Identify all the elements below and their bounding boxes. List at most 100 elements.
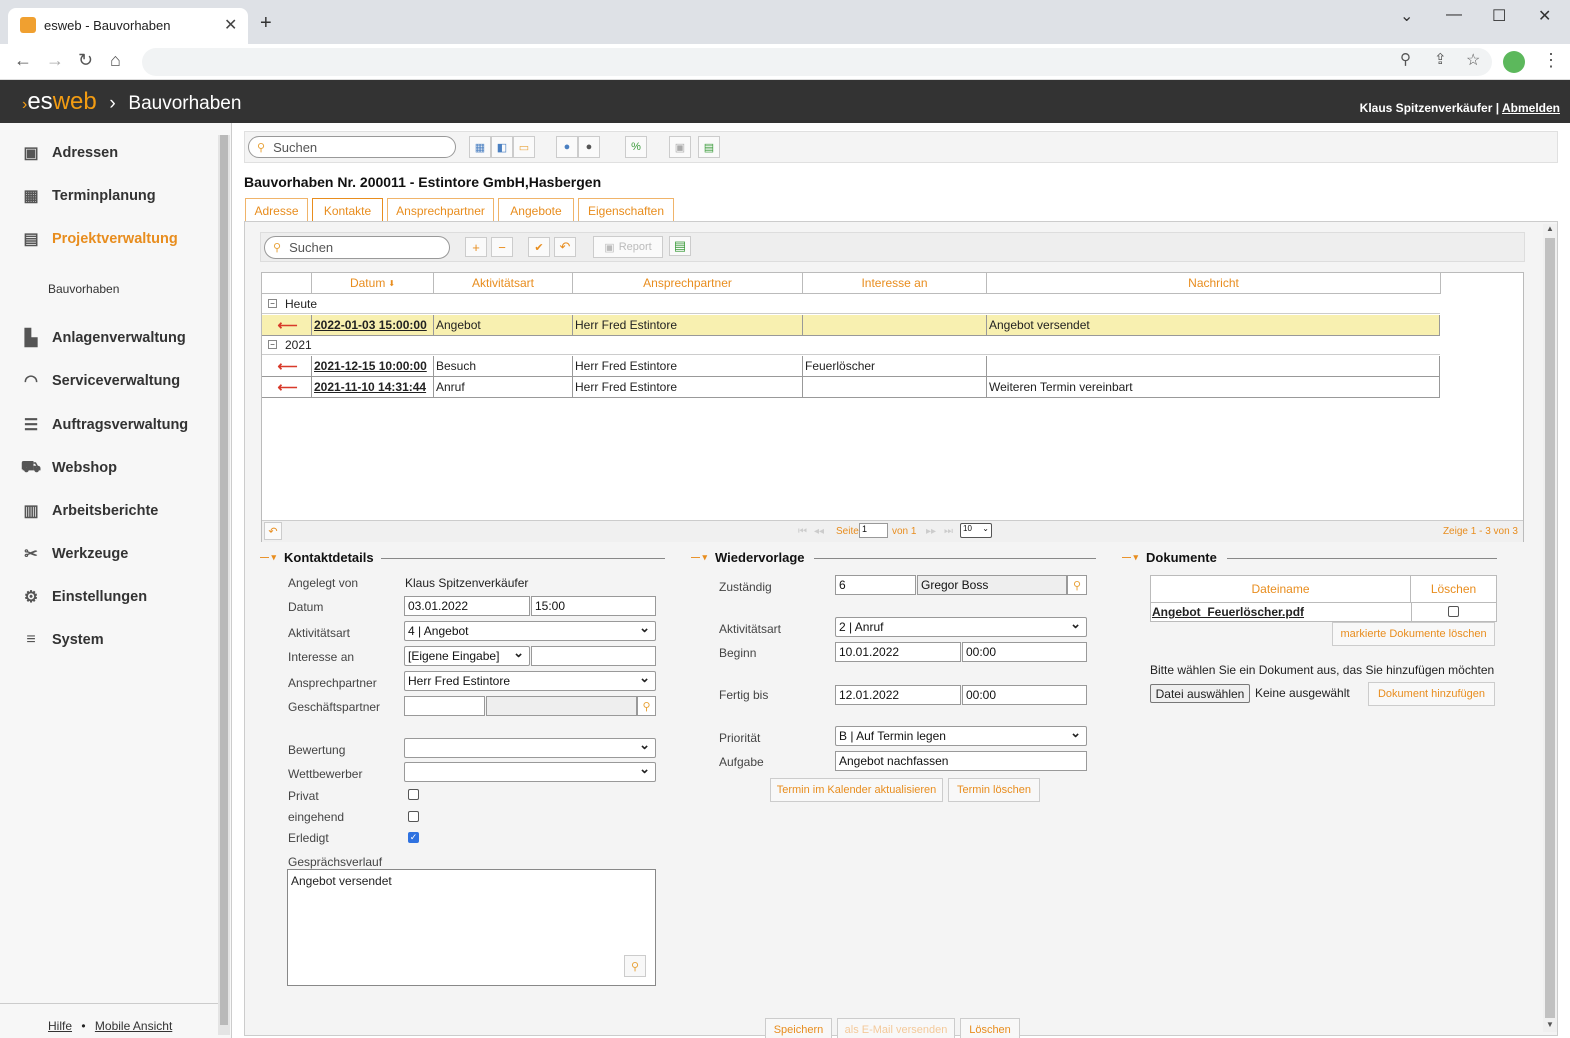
collapse-icon[interactable]: − <box>268 299 277 308</box>
add-button[interactable]: + <box>465 237 487 257</box>
home-icon[interactable]: ⌂ <box>110 50 121 71</box>
help-link[interactable]: Hilfe <box>48 1019 72 1033</box>
collapse-section-icon[interactable]: — ▾ <box>1122 552 1138 563</box>
profile-avatar[interactable] <box>1503 51 1525 73</box>
sidebar-scroll-thumb[interactable] <box>220 135 228 1025</box>
remove-button[interactable]: − <box>491 237 513 257</box>
logout-link[interactable]: Abmelden <box>1502 101 1560 115</box>
excel-export-icon[interactable]: ▤ <box>669 236 691 256</box>
sidebar-item-adressen[interactable]: ▣ Adressen <box>20 141 118 165</box>
table-row[interactable]: ⟵ 2022-01-03 15:00:00 Angebot Herr Fred … <box>262 315 1440 336</box>
next-page-icon[interactable]: ▸▸ <box>926 526 936 537</box>
section-wiedervorlage[interactable]: — ▾ Wiedervorlage <box>691 550 805 565</box>
cell-datum[interactable]: 2021-12-15 10:00:00 <box>312 356 434 376</box>
undo-button[interactable]: ↶ <box>554 237 576 257</box>
grid-view-icon[interactable]: ▦ <box>469 136 491 158</box>
section-kontaktdetails[interactable]: — ▾ Kontaktdetails <box>260 550 374 565</box>
sidebar-item-projektverwaltung[interactable]: ▤ Projektverwaltung <box>20 227 177 251</box>
email-send-button[interactable]: als E-Mail versenden <box>837 1018 955 1038</box>
sidebar-item-werkzeuge[interactable]: ✂ Werkzeuge <box>20 542 128 566</box>
folder-icon[interactable]: ▭ <box>513 136 535 158</box>
aktivitaetsart-select[interactable]: 4 | Angebot <box>404 621 656 641</box>
user-blue-icon[interactable]: ● <box>556 136 578 158</box>
geschaeftspartner-id-input[interactable] <box>404 696 485 716</box>
maximize-icon[interactable]: ☐ <box>1492 6 1506 26</box>
beginn-time-input[interactable]: 00:00 <box>962 642 1087 662</box>
url-input[interactable] <box>142 48 1492 76</box>
fertig-date-input[interactable]: 12.01.2022 <box>835 685 961 705</box>
report-button[interactable]: ▣ Report <box>593 236 663 258</box>
interesse-custom-input[interactable] <box>531 646 656 666</box>
bewertung-select[interactable] <box>404 738 656 758</box>
cell-datum[interactable]: 2021-11-10 14:31:44 <box>312 377 434 397</box>
sidebar-item-auftragsverwaltung[interactable]: ☰ Auftragsverwaltung <box>20 413 188 437</box>
minimize-icon[interactable]: — <box>1446 6 1462 24</box>
tab-kontakte[interactable]: Kontakte <box>312 198 383 223</box>
gespraechsverlauf-textarea[interactable]: Angebot versendet ⚲ <box>287 869 656 986</box>
termin-kalender-button[interactable]: Termin im Kalender aktualisieren <box>770 778 943 802</box>
image-icon[interactable]: ▣ <box>669 136 691 158</box>
grid-header-nachricht[interactable]: Nachricht <box>987 273 1441 294</box>
back-icon[interactable]: ← <box>14 50 32 71</box>
row-arrow-icon[interactable]: ⟵ <box>262 377 312 397</box>
last-page-icon[interactable]: ⏭ <box>944 526 953 537</box>
zustaendig-search-icon[interactable]: ⚲ <box>1067 575 1087 595</box>
forward-icon[interactable]: → <box>46 50 64 71</box>
aufgabe-input[interactable]: Angebot nachfassen <box>835 751 1087 771</box>
scroll-down-icon[interactable]: ▼ <box>1546 1020 1554 1029</box>
cell-datum[interactable]: 2022-01-03 15:00:00 <box>312 315 434 335</box>
delete-button[interactable]: Löschen <box>960 1018 1020 1038</box>
sidebar-scrollbar[interactable] <box>218 135 230 1035</box>
grid-search-input[interactable]: ⚲ Suchen <box>264 236 450 259</box>
add-document-button[interactable]: Dokument hinzufügen <box>1368 682 1495 706</box>
esweb-logo[interactable]: ›esweb › Bauvorhaben <box>22 88 241 116</box>
collapse-section-icon[interactable]: — ▾ <box>691 552 707 563</box>
tab-search-icon[interactable]: ⌄ <box>1400 6 1413 26</box>
page-size-select[interactable]: 10 ⌄ <box>960 523 992 538</box>
tab-ansprechpartner[interactable]: Ansprechpartner <box>387 198 494 222</box>
zustaendig-id-input[interactable]: 6 <box>835 575 916 595</box>
menu-dots-icon[interactable]: ⋮ <box>1542 50 1560 71</box>
save-button[interactable]: Speichern <box>765 1018 832 1038</box>
refresh-icon[interactable]: ↶ <box>264 522 282 540</box>
choose-file-button[interactable]: Datei auswählen <box>1150 684 1250 703</box>
sidebar-item-system[interactable]: ≡ System <box>20 628 103 652</box>
zoom-icon[interactable]: ⚲ <box>1400 50 1411 68</box>
sidebar-item-anlagenverwaltung[interactable]: ▙ Anlagenverwaltung <box>20 326 186 350</box>
document-delete-checkbox[interactable] <box>1448 606 1459 617</box>
sidebar-item-einstellungen[interactable]: ⚙ Einstellungen <box>20 585 147 609</box>
table-row[interactable]: ⟵ 2021-11-10 14:31:44 Anruf Herr Fred Es… <box>262 377 1440 398</box>
table-row[interactable]: ⟵ 2021-12-15 10:00:00 Besuch Herr Fred E… <box>262 356 1440 377</box>
first-page-icon[interactable]: ⏮ <box>798 526 807 537</box>
eingehend-checkbox[interactable] <box>408 811 419 822</box>
group-row-heute[interactable]: − Heute <box>262 294 1440 314</box>
grid-header-aktivitaetsart[interactable]: Aktivitätsart <box>434 273 573 294</box>
page-input[interactable]: 1 <box>859 523 888 538</box>
group-row-2021[interactable]: −2021 <box>262 335 1440 355</box>
share-icon[interactable]: ⇪ <box>1434 50 1447 68</box>
close-tab-icon[interactable]: ✕ <box>224 15 237 35</box>
row-arrow-icon[interactable]: ⟵ <box>262 315 312 335</box>
zeit-input[interactable]: 15:00 <box>531 596 656 616</box>
main-scroll-thumb[interactable] <box>1545 238 1555 1018</box>
bookmark-star-icon[interactable]: ☆ <box>1466 50 1480 70</box>
wv-aktivitaetsart-select[interactable]: 2 | Anruf <box>835 617 1087 637</box>
erledigt-checkbox[interactable]: ✓ <box>408 832 419 843</box>
mobile-view-link[interactable]: Mobile Ansicht <box>95 1019 172 1033</box>
textarea-search-icon[interactable]: ⚲ <box>624 955 646 977</box>
fertig-time-input[interactable]: 00:00 <box>962 685 1087 705</box>
geschaeftspartner-search-icon[interactable]: ⚲ <box>637 696 656 716</box>
section-dokumente[interactable]: — ▾ Dokumente <box>1122 550 1217 565</box>
sidebar-item-webshop[interactable]: ⛟ Webshop <box>20 456 117 480</box>
window-close-icon[interactable]: ✕ <box>1538 6 1551 26</box>
row-arrow-icon[interactable]: ⟵ <box>262 356 312 376</box>
reload-icon[interactable]: ↻ <box>78 50 93 71</box>
sidebar-item-serviceverwaltung[interactable]: ◠ Serviceverwaltung <box>20 369 180 393</box>
user-grey-icon[interactable]: ● <box>578 136 600 158</box>
interesse-select[interactable]: [Eigene Eingabe] <box>404 646 530 666</box>
detail-view-icon[interactable]: ◧ <box>491 136 513 158</box>
datum-input[interactable]: 03.01.2022 <box>404 596 530 616</box>
main-scrollbar[interactable]: ▲ ▼ <box>1543 224 1557 1032</box>
confirm-button[interactable]: ✔ <box>528 237 550 257</box>
excel-export-icon[interactable]: ▤ <box>698 136 720 158</box>
